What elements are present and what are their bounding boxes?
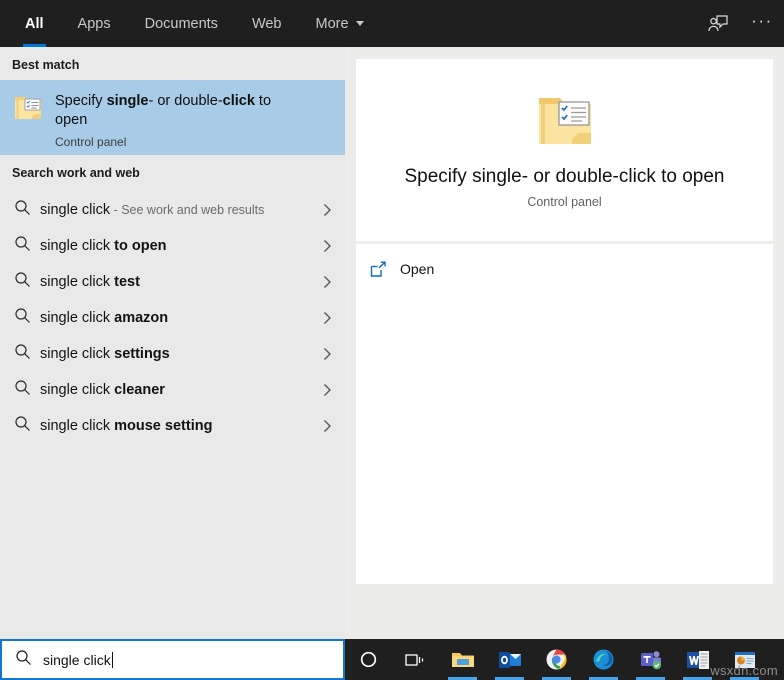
search-icon	[14, 271, 36, 293]
suggestion-label: single click test	[40, 274, 319, 290]
open-action-row[interactable]: Open	[356, 252, 773, 286]
search-icon	[14, 415, 36, 437]
search-filter-tabs: All Apps Documents Web More	[0, 0, 381, 47]
search-icon	[15, 649, 36, 671]
chevron-right-icon[interactable]	[319, 311, 335, 325]
word-icon[interactable]	[674, 639, 721, 680]
best-match-result-item[interactable]: Specify single- or double-click to open …	[0, 80, 345, 155]
web-suggestions-list: single click - See work and web results …	[0, 192, 345, 444]
tab-apps-label: Apps	[78, 16, 111, 32]
tab-more-label: More	[316, 16, 349, 32]
search-header: All Apps Documents Web More	[0, 0, 784, 47]
control-panel-folder-icon	[12, 91, 46, 128]
suggestion-row[interactable]: single click test	[0, 264, 345, 300]
teams-icon[interactable]	[627, 639, 674, 680]
chrome-icon[interactable]	[533, 639, 580, 680]
suggestion-row[interactable]: single click amazon	[0, 300, 345, 336]
taskbar: single click	[0, 639, 784, 680]
tab-web-label: Web	[252, 16, 282, 32]
tab-apps[interactable]: Apps	[61, 0, 128, 47]
taskbar-app-icons	[345, 639, 768, 680]
suggestion-label: single click to open	[40, 238, 319, 254]
suggestion-row[interactable]: single click - See work and web results	[0, 192, 345, 228]
chevron-right-icon[interactable]	[319, 347, 335, 361]
preview-header-card: Specify single- or double-click to open …	[356, 59, 773, 241]
tab-all[interactable]: All	[8, 0, 61, 47]
outlook-icon[interactable]	[486, 639, 533, 680]
chevron-right-icon[interactable]	[319, 275, 335, 289]
ellipsis-icon[interactable]: ···	[740, 0, 784, 47]
results-list-panel: Best match Specify single- or double-cli…	[0, 47, 345, 639]
best-match-title: Specify single- or double-click to open	[55, 92, 287, 130]
search-icon	[14, 379, 36, 401]
tab-more[interactable]: More	[299, 0, 381, 47]
file-explorer-icon[interactable]	[439, 639, 486, 680]
open-external-icon	[370, 261, 396, 278]
suggestion-label: single click amazon	[40, 310, 319, 326]
suggestion-row[interactable]: single click settings	[0, 336, 345, 372]
powerpoint-icon[interactable]	[721, 639, 768, 680]
search-icon	[14, 235, 36, 257]
edge-icon[interactable]	[580, 639, 627, 680]
suggestion-label: single click - See work and web results	[40, 202, 319, 218]
search-input-value: single click	[43, 652, 113, 668]
preview-subtitle: Control panel	[527, 195, 601, 209]
chevron-right-icon[interactable]	[319, 203, 335, 217]
preview-panel: Specify single- or double-click to open …	[345, 47, 784, 639]
open-action-label: Open	[400, 261, 434, 277]
best-match-subtitle: Control panel	[55, 135, 287, 149]
preview-title: Specify single- or double-click to open	[404, 166, 724, 188]
suggestion-row[interactable]: single click mouse setting	[0, 408, 345, 444]
chevron-right-icon[interactable]	[319, 383, 335, 397]
suggestion-row[interactable]: single click cleaner	[0, 372, 345, 408]
preview-actions-list: Open	[356, 244, 773, 584]
search-icon	[14, 343, 36, 365]
suggestion-row[interactable]: single click to open	[0, 228, 345, 264]
chevron-right-icon[interactable]	[319, 419, 335, 433]
windows-search-overlay: All Apps Documents Web More	[0, 0, 784, 680]
control-panel-folder-icon-large	[534, 91, 596, 156]
person-feedback-icon[interactable]	[696, 0, 740, 47]
taskbar-search-input[interactable]: single click	[0, 639, 345, 680]
tab-documents-label: Documents	[145, 16, 218, 32]
best-match-text-group: Specify single- or double-click to open …	[55, 91, 287, 149]
suggestion-label: single click cleaner	[40, 382, 319, 398]
chevron-right-icon[interactable]	[319, 239, 335, 253]
cortana-circle-icon[interactable]	[345, 639, 392, 680]
suggestion-label: single click settings	[40, 346, 319, 362]
header-actions: ···	[696, 0, 784, 47]
task-view-icon[interactable]	[392, 639, 439, 680]
tab-web[interactable]: Web	[235, 0, 299, 47]
search-work-and-web-header: Search work and web	[0, 155, 345, 188]
tab-all-label: All	[25, 16, 44, 32]
suggestion-label: single click mouse setting	[40, 418, 319, 434]
ellipsis-glyph: ···	[751, 11, 772, 31]
best-match-header: Best match	[0, 47, 345, 80]
search-icon	[14, 307, 36, 329]
search-icon	[14, 199, 36, 221]
tab-documents[interactable]: Documents	[128, 0, 235, 47]
chevron-down-icon	[356, 21, 364, 26]
text-cursor	[112, 652, 113, 668]
